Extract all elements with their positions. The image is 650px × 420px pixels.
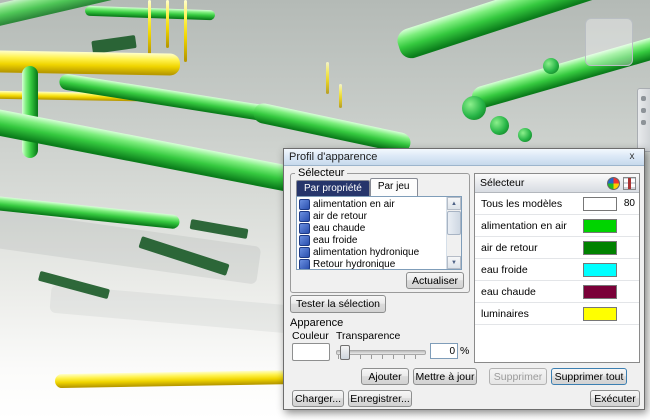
transparency-label: Transparence <box>336 330 401 342</box>
set-list-item[interactable]: alimentation en air <box>297 198 446 210</box>
scrollbar[interactable]: ▲ ▼ <box>446 197 461 269</box>
hanger-rod-2 <box>166 0 169 48</box>
row-value: 80 <box>623 198 635 209</box>
tab-par-jeu[interactable]: Par jeu <box>369 178 418 196</box>
set-label: eau froide <box>313 234 358 246</box>
scroll-up-icon[interactable]: ▲ <box>447 197 461 210</box>
pipe-green-vertical <box>22 66 38 158</box>
delete-button[interactable]: Supprimer <box>489 368 547 385</box>
table-row[interactable]: eau chaude <box>475 281 639 303</box>
row-color-swatch <box>583 218 617 233</box>
hanger-rod-1 <box>148 0 151 56</box>
pipe-yellow-bottom <box>54 369 306 389</box>
row-label: eau froide <box>481 263 528 276</box>
appearance-profiler-dialog: Profil d'apparence x Sélecteur Par propr… <box>283 148 645 410</box>
selector-group: Sélecteur Par propriété Par jeu alimenta… <box>290 167 470 293</box>
row-color-swatch <box>583 240 617 255</box>
selector-tabs: Par propriété Par jeu <box>296 178 418 196</box>
row-label: eau chaude <box>481 285 536 298</box>
table-row[interactable]: air de retour <box>475 237 639 259</box>
grid-icon[interactable] <box>623 176 636 190</box>
tab-par-propriete[interactable]: Par propriété <box>296 180 370 196</box>
table-row[interactable]: alimentation en air <box>475 215 639 237</box>
row-label: air de retour <box>481 241 538 254</box>
selector-table: Sélecteur Tous les modèles 80 alimentation… <box>474 173 640 363</box>
set-label: Retour hydronique <box>313 258 396 270</box>
color-picker-button[interactable] <box>292 343 330 361</box>
set-icon <box>299 222 310 234</box>
sets-list: alimentation en air air de retour eau chau… <box>297 197 446 269</box>
set-label: air de retour <box>313 210 367 222</box>
navisworks-window: Profil d'apparence x Sélecteur Par propr… <box>0 0 650 420</box>
test-selection-button[interactable]: Tester la sélection <box>290 295 386 313</box>
row-color-swatch <box>583 196 617 211</box>
pipe-endcap-4 <box>543 58 559 74</box>
set-label: alimentation hydronique <box>313 246 420 258</box>
right-panel-icon <box>641 96 646 101</box>
row-color-swatch <box>583 262 617 277</box>
dialog-titlebar[interactable]: Profil d'apparence x <box>284 149 644 166</box>
set-icon <box>299 246 310 258</box>
color-globe-icon[interactable] <box>607 176 620 190</box>
row-color-swatch <box>583 306 617 321</box>
duct-dark-3 <box>189 219 249 239</box>
pipe-endcap-1 <box>462 96 486 120</box>
slider-ticks <box>338 355 424 359</box>
row-label: Tous les modèles <box>481 197 563 210</box>
pipe-green-right <box>251 101 413 155</box>
hanger-rod-3 <box>184 0 187 62</box>
set-list-item[interactable]: air de retour <box>297 210 446 222</box>
appearance-title: Apparence <box>290 317 344 329</box>
set-list-item[interactable]: eau chaude <box>297 222 446 234</box>
scrollbar-thumb[interactable] <box>447 211 461 235</box>
hanger-rod-5 <box>339 84 342 108</box>
transparency-input[interactable] <box>430 343 458 359</box>
run-button[interactable]: Exécuter <box>590 390 640 407</box>
row-label: alimentation en air <box>481 219 567 232</box>
color-label: Couleur <box>292 330 329 342</box>
set-label: eau chaude <box>313 222 366 234</box>
load-button[interactable]: Charger... <box>292 390 344 407</box>
set-list-item[interactable]: alimentation hydronique <box>297 246 446 258</box>
dialog-title: Profil d'apparence <box>289 151 378 163</box>
viewcube-placeholder[interactable] <box>585 18 633 66</box>
percent-label: % <box>460 345 470 357</box>
set-icon <box>299 258 310 269</box>
selector-table-header: Sélecteur <box>475 174 639 193</box>
selector-table-rows: Tous les modèles 80 alimentation en air air… <box>475 193 639 325</box>
slider-thumb[interactable] <box>340 345 350 360</box>
set-list-item[interactable]: Retour hydronique <box>297 258 446 269</box>
set-label: alimentation en air <box>313 198 395 210</box>
add-button[interactable]: Ajouter <box>361 368 409 385</box>
row-color-swatch <box>583 284 617 299</box>
save-button[interactable]: Enregistrer... <box>348 390 412 407</box>
row-label: luminaires <box>481 307 529 320</box>
table-row[interactable]: Tous les modèles 80 <box>475 193 639 215</box>
update-button[interactable]: Mettre à jour <box>413 368 477 385</box>
sets-listbox: alimentation en air air de retour eau chau… <box>296 196 462 270</box>
pipe-endcap-3 <box>518 128 532 142</box>
table-row[interactable]: eau froide <box>475 259 639 281</box>
right-panel-icon <box>641 120 646 125</box>
hanger-rod-4 <box>326 62 329 94</box>
delete-all-button[interactable]: Supprimer tout <box>551 368 627 385</box>
duct-dark-top <box>91 35 137 54</box>
table-header-label: Sélecteur <box>480 177 525 189</box>
scroll-down-icon[interactable]: ▼ <box>447 256 461 269</box>
set-list-item[interactable]: eau froide <box>297 234 446 246</box>
set-icon <box>299 210 310 222</box>
right-panel-icon <box>641 108 646 113</box>
table-row[interactable]: luminaires <box>475 303 639 325</box>
transparency-slider[interactable] <box>336 343 426 360</box>
set-icon <box>299 234 310 246</box>
close-icon[interactable]: x <box>625 151 639 163</box>
selector-group-title: Sélecteur <box>295 167 348 179</box>
pipe-endcap-2 <box>490 116 509 135</box>
refresh-button[interactable]: Actualiser <box>406 272 464 289</box>
set-icon <box>299 198 310 210</box>
